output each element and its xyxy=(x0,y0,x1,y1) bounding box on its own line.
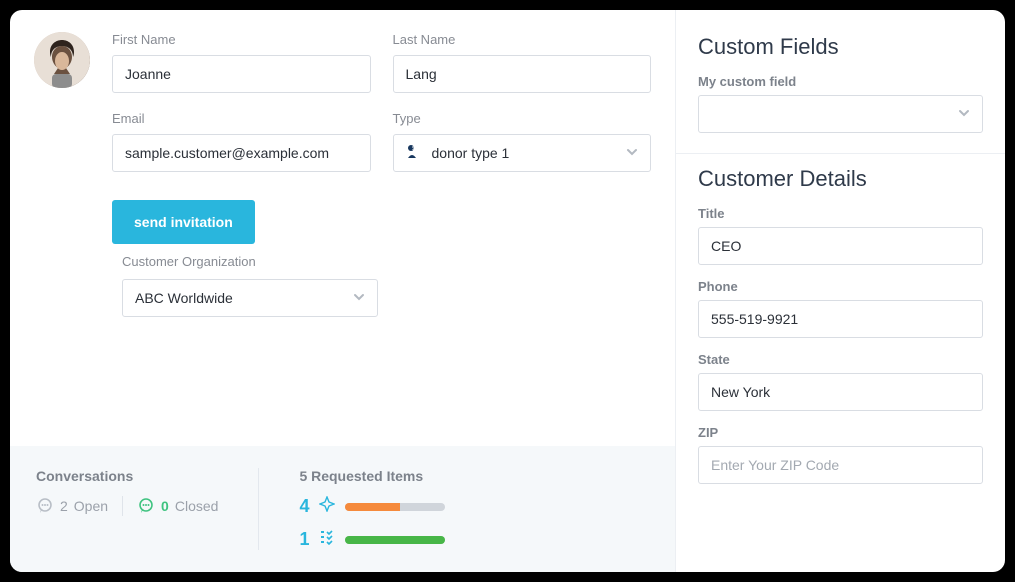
email-field-wrap: Email xyxy=(112,111,371,172)
svg-text:$: $ xyxy=(412,146,415,152)
custom-fields-heading: Custom Fields xyxy=(698,34,983,60)
section-divider xyxy=(676,153,1005,154)
pending-count: 4 xyxy=(299,496,309,517)
type-field: Type $ donor type 1 xyxy=(393,111,652,172)
email-input[interactable] xyxy=(112,134,371,172)
zip-input[interactable] xyxy=(698,446,983,484)
last-name-input[interactable] xyxy=(393,55,652,93)
title-field: Title xyxy=(698,206,983,265)
send-invitation-wrap: send invitation xyxy=(112,200,651,244)
stats-bar: Conversations 2 Open 0 xyxy=(10,446,675,572)
chevron-down-icon xyxy=(353,290,365,306)
last-name-field: Last Name xyxy=(393,32,652,93)
type-select[interactable]: $ donor type 1 xyxy=(393,134,652,172)
checklist-icon xyxy=(319,529,335,550)
custom-field-label: My custom field xyxy=(698,74,983,89)
state-input[interactable] xyxy=(698,373,983,411)
type-select-value: donor type 1 xyxy=(432,145,510,161)
donor-type-icon: $ xyxy=(406,144,422,163)
completed-progress-bar xyxy=(345,536,445,544)
requested-items-block: 5 Requested Items 4 1 xyxy=(259,468,445,550)
customer-details-heading: Customer Details xyxy=(698,166,983,192)
first-name-field: First Name xyxy=(112,32,371,93)
completed-count: 1 xyxy=(299,529,309,550)
state-field: State xyxy=(698,352,983,411)
stats-separator xyxy=(122,496,123,516)
closed-conversations[interactable]: 0 Closed xyxy=(137,497,218,515)
sparkle-icon xyxy=(319,496,335,517)
requested-items-heading: 5 Requested Items xyxy=(299,468,445,484)
pending-progress-bar xyxy=(345,503,445,511)
custom-field-select[interactable] xyxy=(698,95,983,133)
last-name-label: Last Name xyxy=(393,32,652,47)
first-name-input[interactable] xyxy=(112,55,371,93)
profile-fields: First Name Last Name Email Type xyxy=(112,32,651,244)
completed-items-row[interactable]: 1 xyxy=(299,529,445,550)
chat-closed-icon xyxy=(137,497,155,515)
custom-field-row: My custom field xyxy=(698,74,983,133)
first-name-label: First Name xyxy=(112,32,371,47)
chevron-down-icon xyxy=(958,106,970,122)
title-label: Title xyxy=(698,206,983,221)
open-conversations[interactable]: 2 Open xyxy=(36,497,108,515)
organization-select[interactable]: ABC Worldwide xyxy=(122,279,378,317)
profile-area: First Name Last Name Email Type xyxy=(10,10,675,254)
avatar-image xyxy=(34,32,90,88)
closed-label: Closed xyxy=(175,498,219,514)
title-input[interactable] xyxy=(698,227,983,265)
zip-field: ZIP xyxy=(698,425,983,484)
type-label: Type xyxy=(393,111,652,126)
phone-field: Phone xyxy=(698,279,983,338)
avatar xyxy=(34,32,90,88)
phone-input[interactable] xyxy=(698,300,983,338)
organization-select-value: ABC Worldwide xyxy=(135,290,233,306)
chat-open-icon xyxy=(36,497,54,515)
conversations-block: Conversations 2 Open 0 xyxy=(36,468,259,550)
right-column: Custom Fields My custom field Customer D… xyxy=(675,10,1005,572)
conversations-row: 2 Open 0 Closed xyxy=(36,496,218,516)
chevron-down-icon xyxy=(626,145,638,161)
zip-label: ZIP xyxy=(698,425,983,440)
open-label: Open xyxy=(74,498,108,514)
pending-items-row[interactable]: 4 xyxy=(299,496,445,517)
phone-label: Phone xyxy=(698,279,983,294)
closed-count: 0 xyxy=(161,498,169,514)
left-column: First Name Last Name Email Type xyxy=(10,10,675,572)
organization-label: Customer Organization xyxy=(122,254,651,269)
conversations-heading: Conversations xyxy=(36,468,218,484)
customer-edit-panel: First Name Last Name Email Type xyxy=(10,10,1005,572)
send-invitation-button[interactable]: send invitation xyxy=(112,200,255,244)
open-count: 2 xyxy=(60,498,68,514)
organization-field: Customer Organization ABC Worldwide xyxy=(10,254,675,335)
email-label: Email xyxy=(112,111,371,126)
state-label: State xyxy=(698,352,983,367)
